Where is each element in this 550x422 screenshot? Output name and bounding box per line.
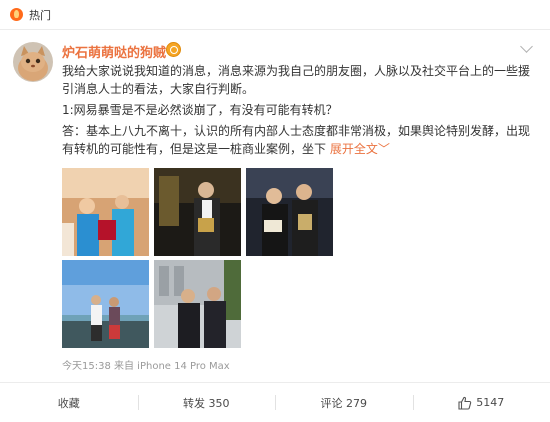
- post-paragraph-3-text: 答：基本上八九不离十，认识的所有内部人士态度都非常消极，如果舆论特别发酵，出现有…: [62, 124, 531, 156]
- comment-button[interactable]: 评论 279: [275, 383, 413, 422]
- post-photo-3[interactable]: [246, 168, 333, 256]
- action-bar: 收藏 转发 350 评论 279 5147: [0, 383, 550, 422]
- like-button[interactable]: 5147: [412, 383, 550, 422]
- expand-full-text-link[interactable]: 展开全文: [330, 142, 378, 156]
- favorite-label: 收藏: [57, 396, 80, 410]
- verified-badge-icon: [166, 42, 181, 57]
- author-name[interactable]: 炉石萌萌哒的狗贼丶: [62, 42, 179, 61]
- post-photo-4[interactable]: [62, 260, 149, 348]
- fire-icon: [10, 8, 23, 21]
- post-photo-5[interactable]: [154, 260, 241, 348]
- hot-label: 热门: [29, 8, 51, 22]
- chevron-down-icon[interactable]: [520, 40, 533, 53]
- favorite-button[interactable]: 收藏: [0, 383, 138, 422]
- repost-button[interactable]: 转发 350: [137, 383, 276, 422]
- hot-bar: 热门: [0, 0, 550, 30]
- like-count: 5147: [476, 396, 505, 409]
- post-photo-2[interactable]: [154, 168, 241, 256]
- post-paragraph-1: 我给大家说说我知道的消息，消息来源为我自己的朋友圈，人脉以及社交平台上的一些援引…: [62, 64, 531, 96]
- avatar[interactable]: [13, 42, 53, 82]
- thumbs-up-icon: [458, 396, 472, 410]
- post-content: 我给大家说说我知道的消息，消息来源为我自己的朋友圈，人脉以及社交平台上的一些援引…: [62, 62, 530, 158]
- post-meta: 今天15:38 来自 iPhone 14 Pro Max: [62, 361, 230, 372]
- comment-label: 评论 279: [320, 396, 368, 410]
- post-paragraph-2: 1:网易暴雪是不是必然谈崩了，有没有可能有转机？: [62, 103, 338, 117]
- repost-label: 转发 350: [183, 396, 230, 410]
- expand-arrow-icon[interactable]: ﹀: [378, 142, 390, 156]
- post-paragraph-3: 答：基本上八九不离十，认识的所有内部人士态度都非常消极，如果舆论特别发酵，出现有…: [62, 122, 530, 158]
- post-photo-1[interactable]: [62, 168, 149, 256]
